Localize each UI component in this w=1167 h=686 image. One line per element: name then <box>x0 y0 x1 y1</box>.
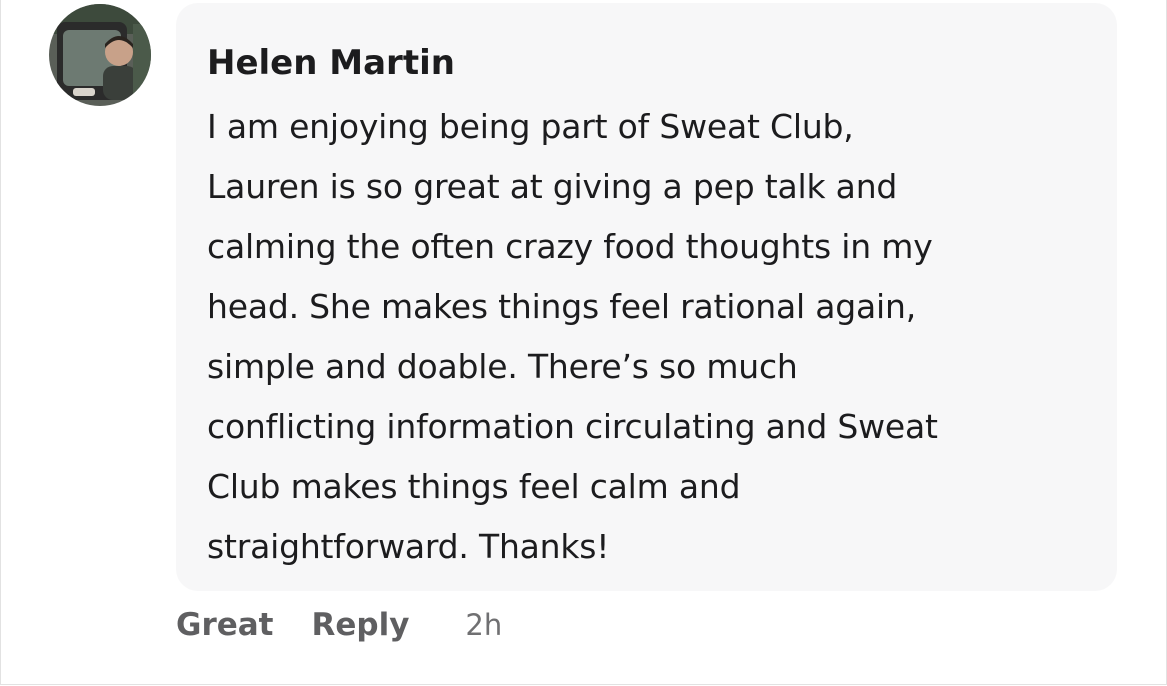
comment-text-line: Lauren is so great at giving a pep talk … <box>207 167 898 206</box>
comment-text-line: I am enjoying being part of Sweat Club, <box>207 107 854 146</box>
comment-author[interactable]: Helen Martin <box>207 41 1087 85</box>
comment-text-line: simple and doable. There’s so much <box>207 347 798 386</box>
comment-text-line: head. She makes things feel rational aga… <box>207 287 917 326</box>
comment-text-line: conflicting information circulating and … <box>207 407 938 446</box>
comment-text-line: Club makes things feel calm and <box>207 467 741 506</box>
avatar[interactable] <box>49 4 151 106</box>
react-button[interactable]: Great <box>176 607 274 643</box>
comment-text-line: calming the often crazy food thoughts in… <box>207 227 933 266</box>
comment-actions: Great Reply 2h <box>176 603 502 647</box>
reply-button[interactable]: Reply <box>312 607 410 643</box>
avatar-photo <box>49 4 151 106</box>
comment-text-line: straightforward. Thanks! <box>207 527 610 566</box>
comment-bubble: Helen Martin I am enjoying being part of… <box>176 3 1117 591</box>
comment-text: I am enjoying being part of Sweat Club, … <box>207 97 1087 577</box>
comment-timestamp[interactable]: 2h <box>465 608 502 642</box>
